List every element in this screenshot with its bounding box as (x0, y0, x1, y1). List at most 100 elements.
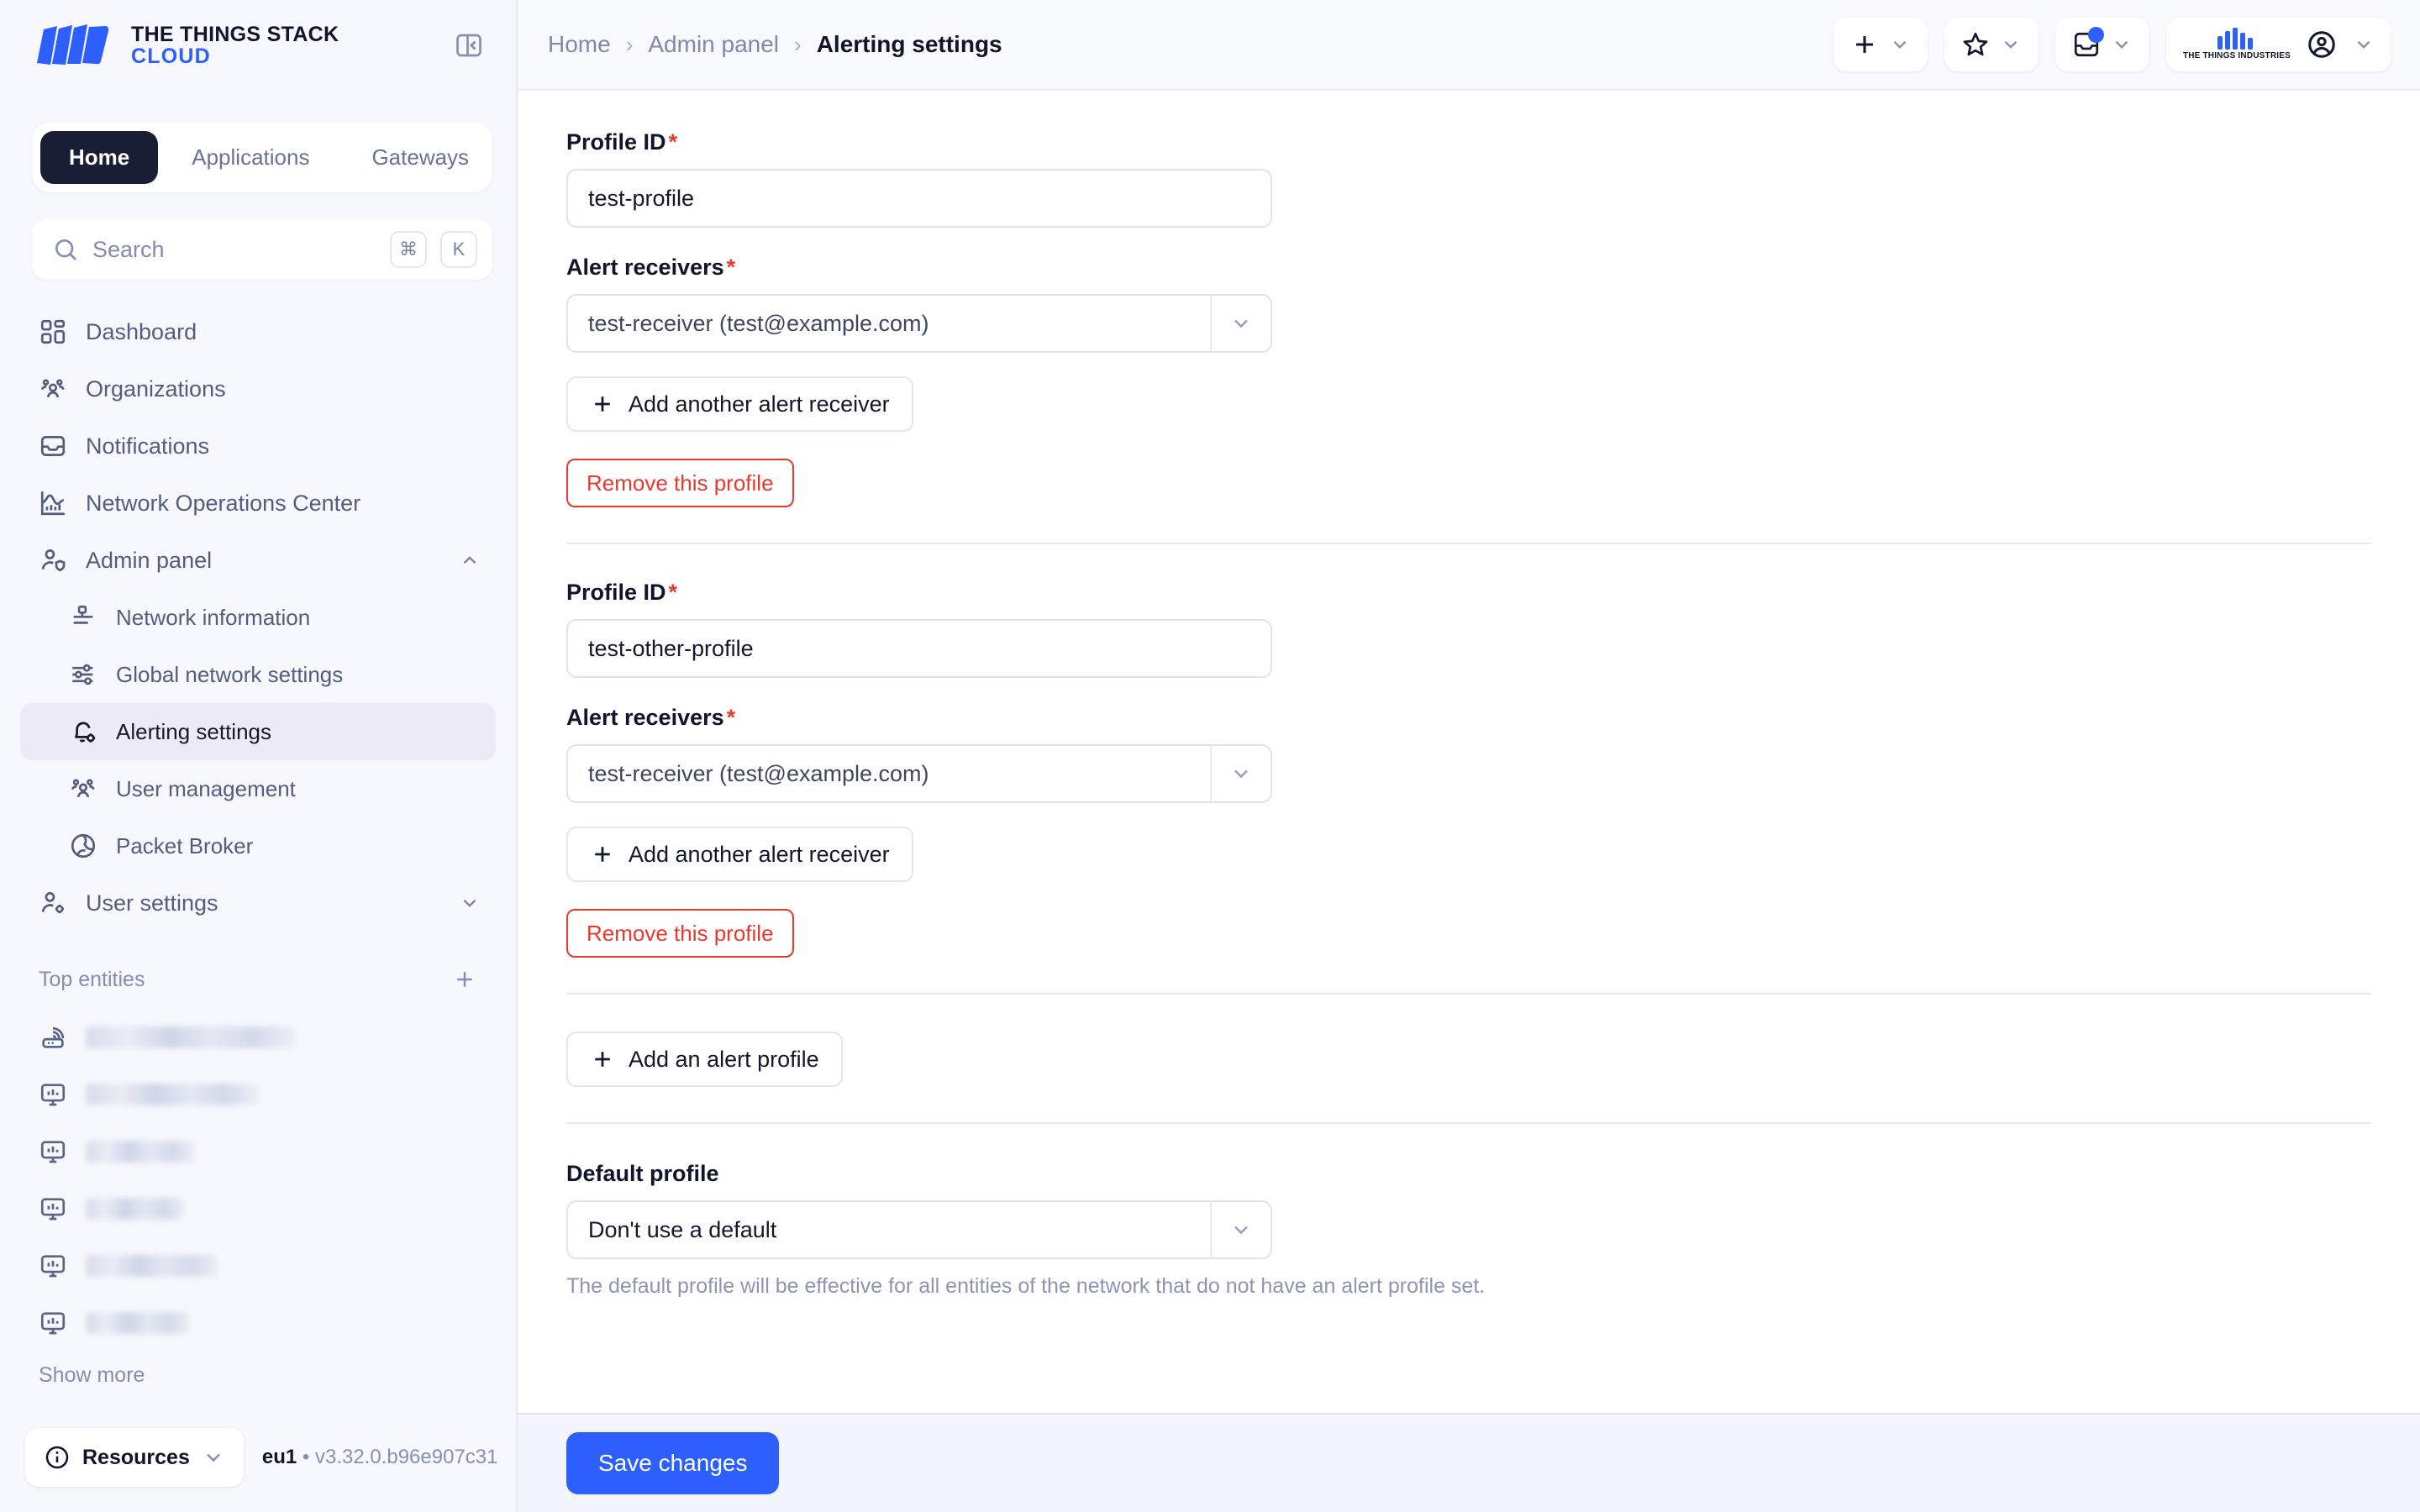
sidebar-item-network-information[interactable]: Network information (20, 589, 496, 646)
sidebar-item-packet-broker[interactable]: Packet Broker (20, 817, 496, 874)
alerting-settings-form: Profile ID * test-profile Alert receiver… (518, 91, 2420, 1512)
notifications-button[interactable] (2055, 18, 2149, 71)
label-text: Alert receivers (566, 255, 724, 281)
cluster-label: eu1 (262, 1446, 297, 1468)
list-item[interactable] (20, 1294, 496, 1352)
search-shortcut-cmd: ⌘ (390, 231, 427, 268)
alert-receiver-select[interactable]: test-receiver (test@example.com) (566, 294, 1272, 353)
profile-id-input[interactable]: test-profile (566, 169, 1272, 228)
tab-gateways[interactable]: Gateways (343, 131, 497, 184)
sidebar-item-label: Network information (116, 605, 310, 631)
show-more-button[interactable]: Show more (0, 1352, 516, 1388)
plus-icon (590, 1047, 615, 1072)
account-button[interactable]: THE THINGS INDUSTRIES (2166, 18, 2391, 71)
remove-this-profile-button[interactable]: Remove this profile (566, 459, 794, 507)
sidebar-item-label: Packet Broker (116, 833, 253, 859)
add-profile-row: Add an alert profile (566, 1032, 2371, 1087)
alert-receiver-value: test-receiver (test@example.com) (588, 761, 1210, 787)
save-changes-button[interactable]: Save changes (566, 1432, 779, 1494)
remove-profile-row: Remove this profile (566, 909, 2371, 958)
things-industries-logo-icon: THE THINGS INDUSTRIES (2183, 28, 2291, 61)
profile-id-label: Profile ID * (566, 129, 2371, 155)
breadcrumb-separator: › (626, 32, 634, 58)
topbar: Home › Admin panel › Alerting settings (518, 0, 2420, 91)
version-label: v3.32.0.b96e907c31 (315, 1446, 498, 1468)
brand-line2: CLOUD (131, 45, 339, 68)
alert-profile-section: Profile ID * test-profile Alert receiver… (566, 129, 2371, 507)
brand-text: THE THINGS STACK CLOUD (131, 24, 339, 68)
main-area: Home › Admin panel › Alerting settings (518, 0, 2420, 1512)
notification-badge (2088, 27, 2104, 43)
brand-line1: THE THINGS STACK (131, 24, 339, 46)
sidebar-item-dashboard[interactable]: Dashboard (20, 303, 496, 360)
sidebar-item-organizations[interactable]: Organizations (20, 360, 496, 417)
panel-collapse-icon[interactable] (447, 24, 491, 67)
dashboard-icon (39, 318, 67, 346)
info-icon (44, 1444, 71, 1471)
bookmarks-button[interactable] (1944, 18, 2039, 71)
bell-settings-icon (69, 717, 97, 746)
label-text: Profile ID (566, 129, 666, 155)
redacted-entity-name (86, 1084, 259, 1105)
sidebar-item-user-settings[interactable]: User settings (20, 874, 496, 932)
resources-button[interactable]: Resources (25, 1428, 244, 1487)
default-profile-value: Don't use a default (588, 1217, 1210, 1243)
sidebar-item-admin-panel[interactable]: Admin panel (20, 532, 496, 589)
chevron-down-icon (202, 1446, 225, 1469)
list-item[interactable] (20, 1180, 496, 1237)
default-profile-select[interactable]: Don't use a default (566, 1200, 1272, 1259)
list-item[interactable] (20, 1066, 496, 1123)
list-item[interactable] (20, 1237, 496, 1294)
plus-icon (1850, 30, 1879, 59)
sidebar-item-notifications[interactable]: Notifications (20, 417, 496, 475)
sidebar-item-network-operations-center[interactable]: Network Operations Center (20, 475, 496, 532)
chevron-down-icon (1889, 34, 1911, 55)
list-item[interactable] (20, 1123, 496, 1180)
profile-id-input[interactable]: test-other-profile (566, 619, 1272, 678)
search-shortcut-k: K (440, 231, 477, 268)
search-input[interactable]: Search ⌘ K (32, 219, 492, 280)
sidebar-item-global-network-settings[interactable]: Global network settings (20, 646, 496, 703)
button-label: Add another alert receiver (629, 391, 890, 417)
users-icon (69, 774, 97, 803)
required-marker: * (669, 129, 678, 155)
alert-profile-section: Profile ID * test-other-profile Alert re… (566, 580, 2371, 958)
add-another-alert-receiver-button[interactable]: Add another alert receiver (566, 827, 913, 882)
breadcrumb-admin-panel[interactable]: Admin panel (648, 31, 779, 58)
plus-icon[interactable] (452, 967, 477, 992)
things-stack-logo-icon (32, 23, 113, 68)
network-info-icon (69, 603, 97, 632)
sidebar-item-label: Network Operations Center (86, 491, 360, 517)
add-an-alert-profile-button[interactable]: Add an alert profile (566, 1032, 843, 1087)
admin-shield-icon (39, 546, 67, 575)
redacted-entity-name (86, 1312, 190, 1334)
chevron-down-icon (2111, 34, 2133, 55)
label-text: Default profile (566, 1161, 719, 1187)
breadcrumb-home[interactable]: Home (548, 31, 611, 58)
default-profile-section: Default profile Don't use a default The … (566, 1161, 2371, 1299)
user-settings-icon (39, 889, 67, 917)
alert-receiver-select[interactable]: test-receiver (test@example.com) (566, 744, 1272, 803)
sidebar-item-label: Notifications (86, 433, 209, 459)
chevron-up-icon (459, 549, 481, 571)
application-icon (39, 1309, 67, 1337)
profile-id-label: Profile ID * (566, 580, 2371, 606)
list-item[interactable] (20, 1009, 496, 1066)
redacted-entity-name (86, 1255, 218, 1277)
tab-applications[interactable]: Applications (163, 131, 338, 184)
add-button[interactable] (1833, 18, 1928, 71)
button-label: Add another alert receiver (629, 842, 890, 868)
search-placeholder: Search (92, 237, 376, 263)
section-divider (566, 543, 2371, 544)
brand-logo[interactable]: THE THINGS STACK CLOUD (32, 23, 339, 68)
remove-this-profile-button[interactable]: Remove this profile (566, 909, 794, 958)
sidebar-item-alerting-settings[interactable]: Alerting settings (20, 703, 496, 760)
primary-tabs: Home Applications Gateways (32, 123, 492, 192)
sidebar-item-label: Organizations (86, 376, 226, 402)
save-bar: Save changes (518, 1413, 2420, 1512)
resources-label: Resources (82, 1446, 190, 1470)
sidebar-item-user-management[interactable]: User management (20, 760, 496, 817)
version-info: eu1 • v3.32.0.b96e907c31 (262, 1446, 498, 1469)
add-another-alert-receiver-button[interactable]: Add another alert receiver (566, 376, 913, 432)
tab-home[interactable]: Home (40, 131, 158, 184)
